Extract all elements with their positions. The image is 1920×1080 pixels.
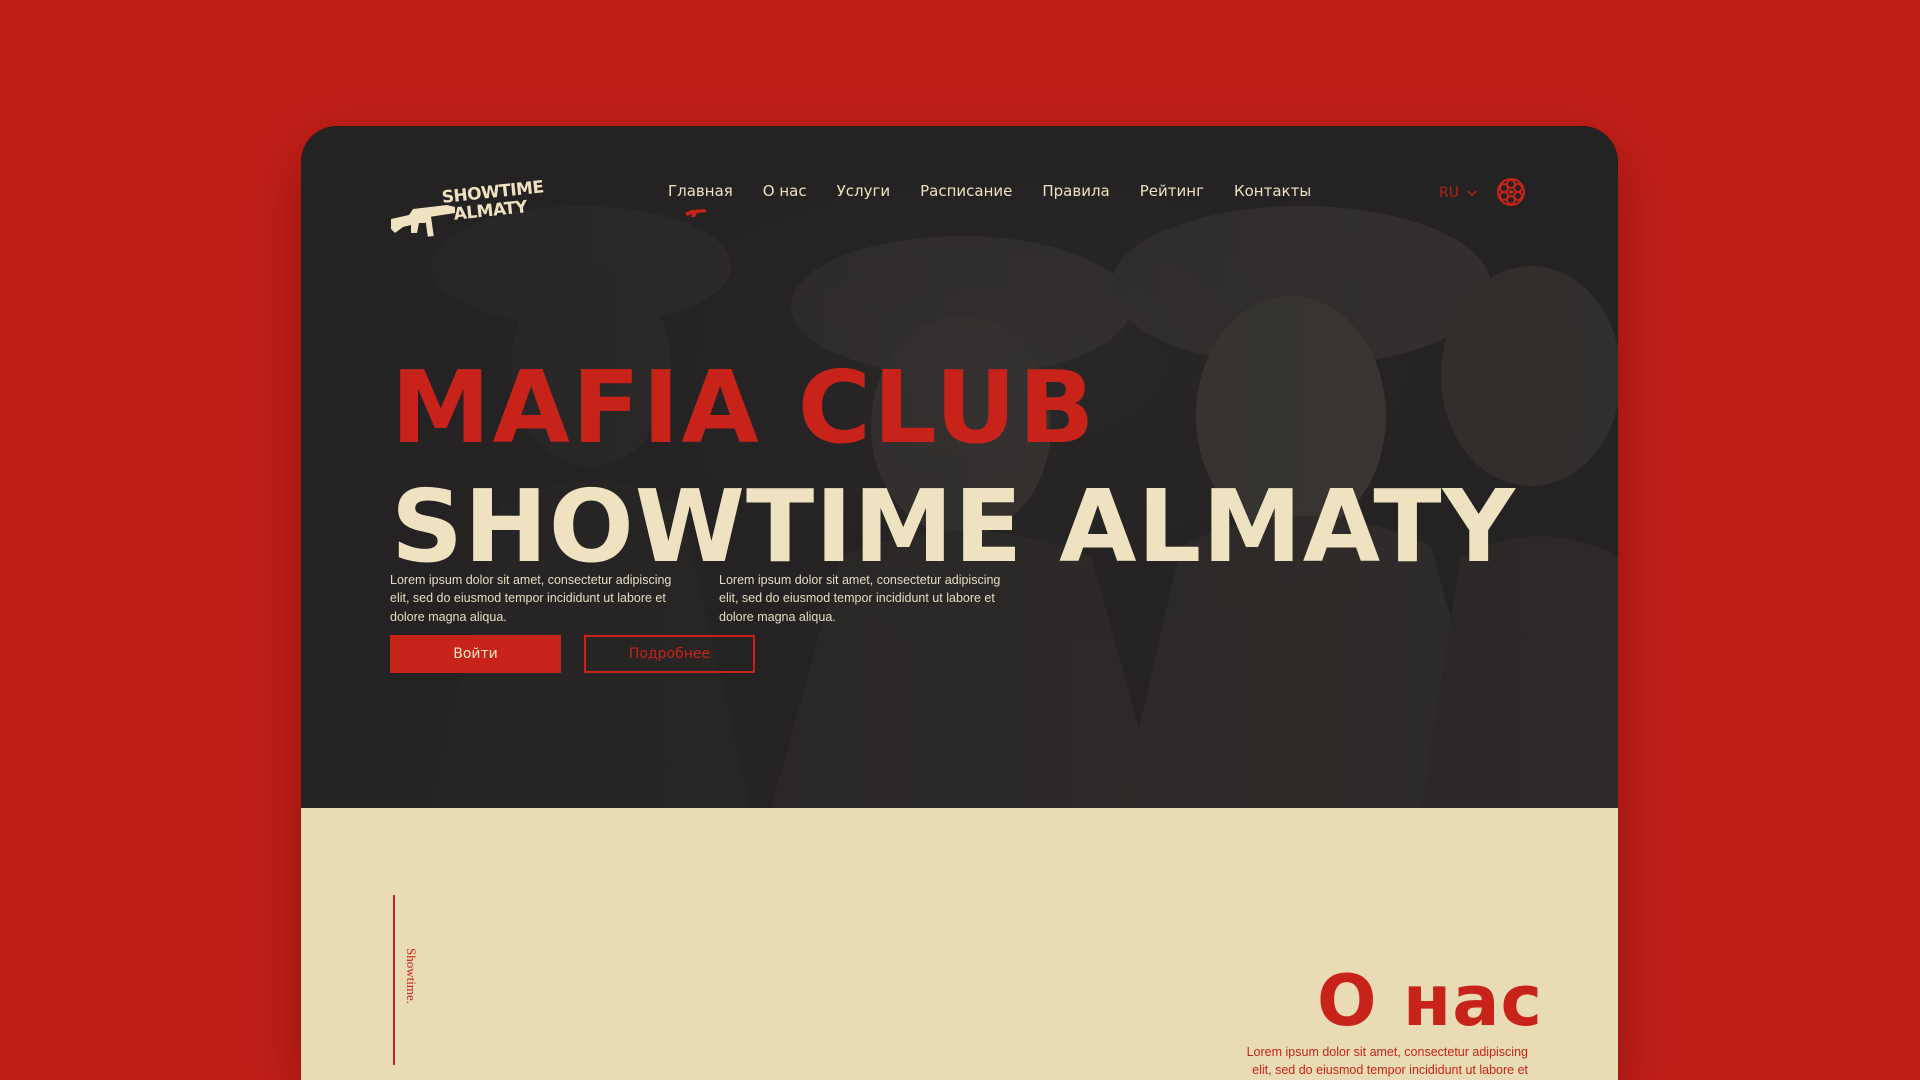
revolver-cylinder-icon[interactable] [1496, 177, 1526, 207]
vertical-brand-label: Showtime. [404, 948, 419, 1004]
nav-item-about[interactable]: О нас [763, 182, 807, 200]
nav-item-services[interactable]: Услуги [837, 182, 890, 200]
hero-paragraph-left: Lorem ipsum dolor sit amet, consectetur … [390, 572, 672, 624]
nav-item-label: Правила [1042, 182, 1110, 200]
hero-section: SHOWTIME ALMATY Главная О нас Услуги Рас… [301, 126, 1618, 808]
nav-item-label: О нас [762, 182, 807, 200]
chevron-down-icon [1467, 190, 1477, 196]
hero-title-line1: MAFIA CLUB [391, 349, 1097, 466]
nav-item-label: Расписание [920, 182, 1013, 200]
pistol-marker-icon [685, 209, 707, 217]
nav-item-label: Главная [668, 182, 733, 200]
nav-item-label: Контакты [1233, 182, 1312, 200]
about-paragraph: Lorem ipsum dolor sit amet, consectetur … [1246, 1044, 1528, 1078]
hero-title-line2: SHOWTIME ALMATY [391, 468, 1516, 585]
nav-item-label: Услуги [836, 182, 891, 200]
nav-item-home[interactable]: Главная [668, 182, 733, 217]
nav-item-rules[interactable]: Правила [1042, 182, 1109, 200]
language-label: RU [1439, 185, 1459, 201]
nav-item-label: Рейтинг [1139, 182, 1204, 200]
nav-item-schedule[interactable]: Расписание [920, 182, 1012, 200]
nav-item-contacts[interactable]: Контакты [1234, 182, 1311, 200]
more-details-button[interactable]: Подробнее [584, 635, 755, 673]
about-heading: О нас [1317, 960, 1543, 1043]
language-selector[interactable]: RU [1439, 185, 1477, 201]
main-nav: Главная О нас Услуги Расписание Правила … [668, 182, 1341, 217]
nav-item-rating[interactable]: Рейтинг [1140, 182, 1204, 200]
website-mockup-frame: SHOWTIME ALMATY Главная О нас Услуги Рас… [301, 126, 1618, 1080]
hero-paragraph-right: Lorem ipsum dolor sit amet, consectetur … [719, 572, 1001, 624]
about-section: Showtime. О нас Lorem ipsum dolor sit am… [301, 808, 1618, 1080]
site-logo[interactable]: SHOWTIME ALMATY [389, 177, 545, 247]
vertical-divider [393, 895, 395, 1065]
login-button[interactable]: Войти [390, 635, 561, 673]
logo-wordmark: SHOWTIME ALMATY [441, 177, 546, 224]
